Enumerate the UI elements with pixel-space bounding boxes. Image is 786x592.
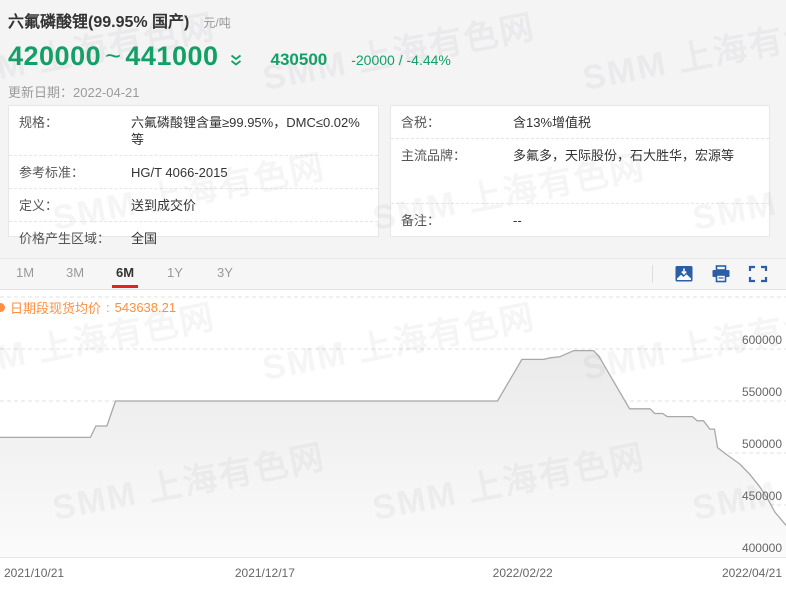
price-detail-page: 六氟磷酸锂(99.95% 国产) 元/吨 420000~441000 43050… bbox=[0, 0, 786, 592]
info-row-definition: 定义： 送到成交价 bbox=[9, 188, 378, 221]
update-date-row: 更新日期：2022-04-21 bbox=[8, 82, 778, 101]
info-value: 含13%增值税 bbox=[513, 114, 591, 131]
tab-6m[interactable]: 6M bbox=[100, 258, 150, 290]
info-row-tax: 含税： 含13%增值税 bbox=[391, 106, 769, 138]
info-label: 参考标准： bbox=[19, 164, 131, 181]
update-date-value: 2022-04-21 bbox=[73, 85, 140, 100]
info-row-region: 价格产生区域： 全国 bbox=[9, 221, 378, 254]
header: 六氟磷酸锂(99.95% 国产) 元/吨 420000~441000 43050… bbox=[8, 8, 778, 101]
info-row-spec: 规格： 六氟磷酸锂含量≥99.95%，DMC≤0.02%等 bbox=[9, 106, 378, 155]
y-axis-label: 550000 bbox=[742, 385, 782, 399]
x-axis-label: 2022/02/22 bbox=[493, 566, 553, 580]
info-value: 六氟磷酸锂含量≥99.95%，DMC≤0.02%等 bbox=[131, 114, 368, 148]
price-unit: 元/吨 bbox=[203, 14, 230, 31]
info-row-remark: 备注： -- bbox=[391, 203, 769, 236]
y-axis-label: 600000 bbox=[742, 333, 782, 347]
info-label: 备注： bbox=[401, 212, 513, 229]
toolbar-divider bbox=[652, 265, 653, 283]
legend-label: 日期段现货均价 bbox=[10, 298, 101, 317]
page-title: 六氟磷酸锂(99.95% 国产) bbox=[8, 8, 189, 32]
tab-3m[interactable]: 3M bbox=[50, 258, 100, 290]
chart-canvas[interactable]: 600000 550000 500000 450000 400000 2021/10/21… bbox=[0, 290, 786, 592]
x-axis-label: 2021/12/17 bbox=[235, 566, 295, 580]
save-image-icon[interactable] bbox=[674, 265, 694, 283]
price-change: -20000 / -4.44% bbox=[351, 52, 451, 68]
info-value: 全国 bbox=[131, 230, 157, 247]
fullscreen-icon[interactable] bbox=[748, 265, 768, 283]
legend-value: 543638.21 bbox=[115, 300, 176, 315]
chart-legend[interactable]: 日期段现货均价 : 543638.21 bbox=[0, 298, 176, 317]
y-axis-label: 400000 bbox=[742, 541, 782, 555]
range-tabs: 1M 3M 6M 1Y 3Y bbox=[0, 258, 250, 290]
tax-brand-card: 含税： 含13%增值税 主流品牌： 多氟多，天际股份，石大胜华，宏源等 备注： … bbox=[390, 105, 770, 237]
x-axis-label: 2022/04/21 bbox=[722, 566, 782, 580]
update-date-label: 更新日期： bbox=[8, 85, 73, 100]
info-value: HG/T 4066-2015 bbox=[131, 164, 228, 181]
price-down-icon bbox=[229, 54, 243, 67]
spec-info-card: 规格： 六氟磷酸锂含量≥99.95%，DMC≤0.02%等 参考标准： HG/T… bbox=[8, 105, 379, 237]
y-axis-label: 500000 bbox=[742, 437, 782, 451]
chart-toolbar: 1M 3M 6M 1Y 3Y bbox=[0, 258, 786, 290]
price-chart[interactable]: 日期段现货均价 : 543638.21 600000 550000 500000 45… bbox=[0, 290, 786, 592]
tab-1y[interactable]: 1Y bbox=[150, 258, 200, 290]
print-icon[interactable] bbox=[711, 265, 731, 283]
info-value: -- bbox=[513, 212, 522, 229]
y-axis-label: 450000 bbox=[742, 489, 782, 503]
price-range: 420000~441000 bbox=[8, 41, 219, 72]
info-row-standard: 参考标准： HG/T 4066-2015 bbox=[9, 155, 378, 188]
legend-separator: : bbox=[106, 300, 110, 315]
tab-1m[interactable]: 1M bbox=[0, 258, 50, 290]
info-label: 规格： bbox=[19, 114, 131, 131]
info-label: 主流品牌： bbox=[401, 147, 513, 164]
price-tilde: ~ bbox=[101, 41, 125, 71]
info-value: 送到成交价 bbox=[131, 197, 196, 214]
info-label: 定义： bbox=[19, 197, 131, 214]
info-value: 多氟多，天际股份，石大胜华，宏源等 bbox=[513, 147, 734, 164]
tab-3y[interactable]: 3Y bbox=[200, 258, 250, 290]
info-row-brands: 主流品牌： 多氟多，天际股份，石大胜华，宏源等 bbox=[391, 138, 769, 203]
x-axis-label: 2021/10/21 bbox=[4, 566, 64, 580]
legend-marker-icon bbox=[0, 303, 5, 312]
info-label: 含税： bbox=[401, 114, 513, 131]
info-label: 价格产生区域： bbox=[19, 230, 131, 247]
price-high: 441000 bbox=[125, 41, 218, 71]
average-price: 430500 bbox=[271, 50, 328, 70]
price-low: 420000 bbox=[8, 41, 101, 71]
